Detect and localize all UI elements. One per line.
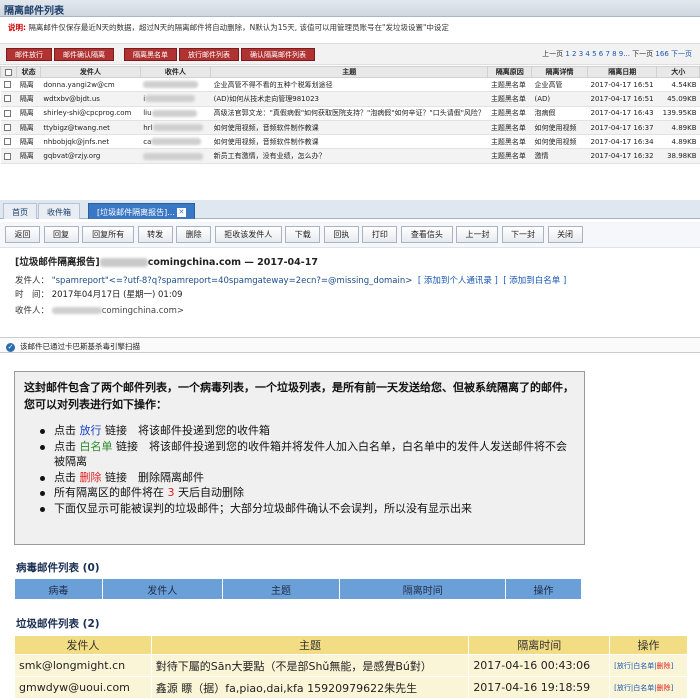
scan-text: 该邮件已通过卡巴斯基杀毒引擎扫描 (20, 342, 140, 351)
col-detail[interactable]: 隔离详情 (530, 66, 589, 78)
mail-from-line: 发件人： "spamreport"<=?utf-8?q?spamreport=4… (15, 276, 567, 286)
close-icon[interactable]: ✕ (176, 208, 186, 217)
table-row[interactable]: 隔离 nhbobjqk@jnfs.net ca 如何使用视频，音频软件制作教课 … (0, 134, 700, 150)
quarantine-description: 说明: 隔离邮件仅保存最近N天的数据，超过N天的隔离邮件将自动删除，N默认为15… (0, 17, 700, 37)
sender-address: "spamreport"<=?utf-8?q?spamreport=40spam… (51, 276, 413, 286)
delete-button[interactable]: 删除 (176, 226, 212, 243)
mail-subject: [垃圾邮件隔离报告] comingchina.com — 2017-04-17 (15, 257, 318, 268)
virus-col-ops: 操作 (505, 578, 582, 600)
list-item: 下面仅显示可能被误判的垃圾邮件；大部分垃圾邮件确认不会误判，所以没有显示出来 (40, 501, 575, 517)
reject-sender-button[interactable]: 拒收该发件人 (214, 226, 282, 243)
col-reason[interactable]: 隔离原因 (487, 66, 532, 78)
report-notice: 这封邮件包含了两个邮件列表，一个病毒列表，一个垃圾列表，是所有前一天发送给您、但… (14, 371, 585, 545)
view-header-button[interactable]: 查看信头 (400, 226, 453, 243)
table-row[interactable]: 隔离 ttybigz@twang.net hrl 如何使用视频，音频软件制作教课… (0, 120, 700, 136)
notice-intro: 这封邮件包含了两个邮件列表，一个病毒列表，一个垃圾列表，是所有前一天发送给您、但… (24, 381, 574, 411)
pager-next[interactable]: 下一页 (632, 50, 653, 58)
table-row[interactable]: 隔离 shirley-shi@cpcprog.com liu 高级法官郭文龙："… (0, 106, 700, 121)
mail-action-toolbar: 返回 回复 回复所有 转发 删除 拒收该发件人 下载 回执 打印 查看信头 上一… (0, 222, 700, 248)
reply-button[interactable]: 回复 (43, 226, 79, 243)
mail-to-line: 收件人： comingchina.com> (15, 306, 185, 316)
check-icon: ✓ (6, 342, 15, 352)
print-button[interactable]: 打印 (362, 226, 398, 243)
released-list-button[interactable]: 放行邮件列表 (179, 48, 239, 61)
junk-col-ops: 操作 (609, 635, 688, 655)
virus-col-virus: 病毒 (14, 578, 103, 600)
quarantine-table: 状态 发件人 收件人 主题 隔离原因 隔离详情 隔离日期 大小 隔离 donna… (0, 66, 700, 164)
virus-table: 病毒 发件人 主题 隔离时间 操作 (14, 578, 582, 600)
quarantine-list-title: 隔离邮件列表 (0, 0, 700, 17)
whitelist-link[interactable]: 白名单 (633, 662, 654, 670)
pager-total[interactable]: 166 下一页 (655, 50, 692, 58)
recipient-address: comingchina.com> (101, 306, 185, 316)
list-item: 所有隔离区的邮件将在 3 天后自动删除 (40, 485, 575, 501)
mail-time-line: 时 间： 2017年04月17日 (星期一) 01:09 (15, 290, 183, 300)
table-row[interactable]: 隔离 gqbvat@rzjy.org 新员工有激情，没有业绩，怎么办？ 主题黑名… (0, 148, 700, 164)
tab-inbox[interactable]: 收件箱 (38, 203, 80, 219)
quarantine-blacklist-button[interactable]: 隔离黑名单 (124, 48, 177, 61)
virus-col-time: 隔离时间 (339, 578, 507, 600)
junk-list-title: 垃圾邮件列表 (2) (16, 618, 100, 630)
table-row[interactable]: 隔离 donna.yangi2w@cm 企业高管不得不看的五种个税筹划途径 主题… (0, 77, 700, 93)
mail-header: [垃圾邮件隔离报告] comingchina.com — 2017-04-17 发… (15, 256, 695, 318)
add-whitelist-link[interactable]: [ 添加到白名单 ] (503, 276, 566, 286)
col-status[interactable]: 状态 (16, 66, 41, 78)
confirm-quarantine-button[interactable]: 邮件确认隔离 (54, 48, 114, 61)
pager-pages[interactable]: 1 2 3 4 5 6 7 8 9... (565, 50, 630, 58)
row-checkbox[interactable] (3, 152, 11, 160)
junk-col-subject: 主题 (150, 635, 470, 655)
virus-col-subject: 主题 (221, 578, 341, 600)
row-checkbox[interactable] (3, 109, 11, 117)
download-button[interactable]: 下载 (285, 226, 321, 243)
add-contact-link[interactable]: [ 添加到个人通讯录 ] (418, 276, 498, 286)
pager-prev[interactable]: 上一页 (542, 50, 563, 58)
tab-spam-report[interactable]: [垃圾邮件隔离报告]... ✕ (88, 203, 195, 219)
confirmed-list-button[interactable]: 确认隔离邮件列表 (241, 48, 315, 61)
antivirus-scan-banner: ✓ 该邮件已通过卡巴斯基杀毒引擎扫描 (0, 337, 700, 353)
delete-link[interactable]: 删除 (657, 684, 671, 692)
whitelist-link[interactable]: 白名单 (633, 684, 654, 692)
forward-button[interactable]: 转发 (137, 226, 173, 243)
description-text: 隔离邮件仅保存最近N天的数据，超过N天的隔离邮件将自动删除，N默认为15天, 该… (28, 23, 449, 32)
notice-list: 点击 放行 链接 将该邮件投递到您的收件箱 点击 白名单 链接 将该邮件投递到您… (24, 423, 575, 516)
table-row: gmwdyw@uoui.com 鑫源 瞟（据）fa,piao,dai,kfa 1… (14, 676, 688, 699)
release-mail-button[interactable]: 邮件放行 (6, 48, 52, 61)
release-link[interactable]: 放行 (617, 684, 631, 692)
pager: 上一页 1 2 3 4 5 6 7 8 9... 下一页 166 下一页 (542, 49, 692, 59)
junk-col-from: 发件人 (14, 635, 152, 655)
list-item: 点击 白名单 链接 将该邮件投递到您的收件箱并将发件人加入白名单，白名单中的发件… (40, 439, 575, 470)
table-row[interactable]: 隔离 wdtxbv@bjdt.us i (AD)如何从技术走向管理981023 … (0, 91, 700, 107)
close-button[interactable]: 关闭 (547, 226, 583, 243)
reply-all-button[interactable]: 回复所有 (82, 226, 135, 243)
row-checkbox[interactable] (3, 81, 11, 89)
virus-col-from: 发件人 (101, 578, 223, 600)
junk-table: 发件人 主题 隔离时间 操作 smk@longmight.cn 對待下屬的Sān… (14, 635, 688, 699)
list-item: 点击 放行 链接 将该邮件投递到您的收件箱 (40, 423, 575, 439)
delete-link[interactable]: 删除 (657, 662, 671, 670)
col-size[interactable]: 大小 (656, 66, 700, 78)
prev-mail-button[interactable]: 上一封 (456, 226, 499, 243)
virus-list-title: 病毒邮件列表 (0) (16, 562, 100, 574)
col-subject[interactable]: 主题 (210, 66, 489, 78)
receipt-button[interactable]: 回执 (323, 226, 359, 243)
row-checkbox[interactable] (3, 138, 11, 146)
list-item: 点击 删除 链接 删除隔离邮件 (40, 470, 575, 486)
mail-tabs: 首页 收件箱 [垃圾邮件隔离报告]... ✕ (0, 200, 700, 219)
release-link[interactable]: 放行 (617, 662, 631, 670)
tab-home[interactable]: 首页 (3, 203, 37, 219)
mail-time: 2017年04月17日 (星期一) 01:09 (51, 290, 183, 300)
description-label: 说明: (8, 23, 26, 32)
back-button[interactable]: 返回 (5, 226, 40, 243)
row-checkbox[interactable] (3, 124, 11, 132)
row-checkbox[interactable] (3, 95, 11, 103)
next-mail-button[interactable]: 下一封 (502, 226, 545, 243)
quarantine-toolbar: 邮件放行 邮件确认隔离 隔离黑名单 放行邮件列表 确认隔离邮件列表 上一页 1 2 3 … (0, 43, 700, 65)
quarantine-list-panel: 隔离邮件列表 说明: 隔离邮件仅保存最近N天的数据，超过N天的隔离邮件将自动删除… (0, 0, 700, 196)
col-from[interactable]: 发件人 (39, 66, 141, 78)
select-all-checkbox[interactable] (0, 66, 18, 78)
col-date[interactable]: 隔离日期 (587, 66, 658, 78)
table-row: smk@longmight.cn 對待下屬的Sān大要點（不是部Shǔ無能，是感… (14, 654, 688, 677)
col-to[interactable]: 收件人 (139, 66, 212, 78)
junk-col-time: 隔离时间 (468, 635, 611, 655)
